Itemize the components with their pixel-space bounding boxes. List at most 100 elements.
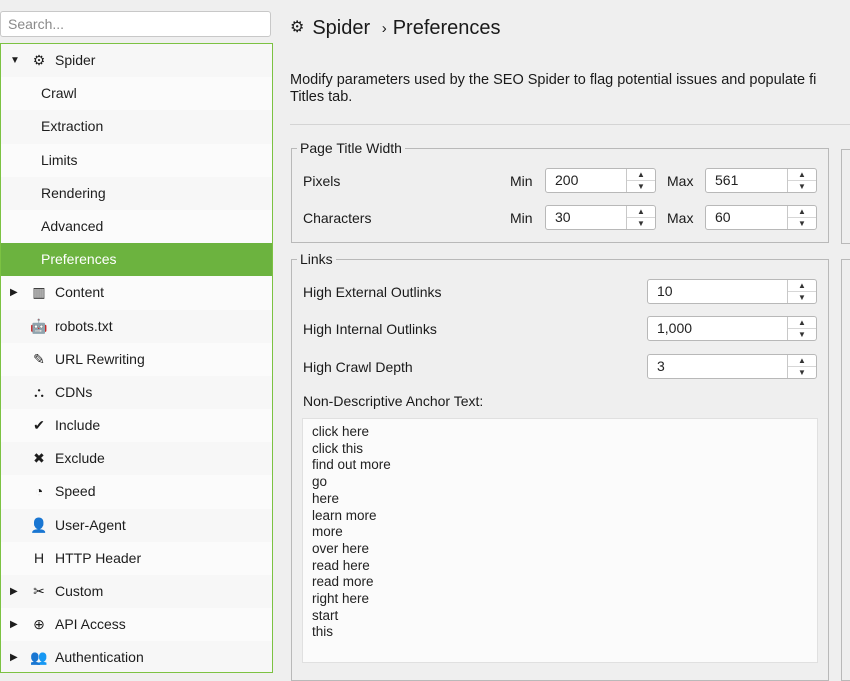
- main-panel: ⚙ Spider › Preferences Modify parameters u…: [273, 0, 850, 681]
- sidebar-item-content[interactable]: ▶ ▥ Content: [1, 276, 272, 310]
- sidebar-item-label: Custom: [55, 583, 104, 599]
- pixels-max-stepper[interactable]: 561 ▲ ▼: [705, 168, 817, 193]
- decrement-icon[interactable]: ▼: [627, 181, 655, 193]
- collapsed-arrow-icon[interactable]: ▶: [10, 276, 22, 309]
- sidebar-item-label: Authentication: [55, 649, 144, 666]
- sidebar-item-authentication[interactable]: ▶ 👥 Authentication: [1, 641, 272, 672]
- sidebar-item-label: Exclude: [55, 450, 105, 467]
- search-input[interactable]: [0, 11, 271, 37]
- high-crawl-depth-stepper[interactable]: 3 ▲ ▼: [647, 354, 817, 379]
- x-circle-icon: ✖: [33, 450, 45, 467]
- sidebar-item-limits[interactable]: Limits: [1, 143, 272, 177]
- page-description: Modify parameters used by the SEO Spider…: [290, 72, 817, 105]
- decrement-icon[interactable]: ▼: [788, 367, 816, 379]
- sidebar-item-label: URL Rewriting: [55, 350, 145, 367]
- anchor-text-line: over here: [312, 540, 370, 556]
- sidebar-item-label: Content: [55, 284, 105, 301]
- robot-icon: 🤖: [30, 317, 48, 334]
- sidebar-item-label: Extraction: [41, 118, 104, 135]
- high-internal-outlinks-stepper[interactable]: 1,000 ▲ ▼: [647, 316, 817, 341]
- anchor-text-line: start: [312, 607, 339, 623]
- collapsed-arrow-icon[interactable]: ▶: [10, 641, 22, 672]
- increment-icon[interactable]: ▲: [788, 169, 816, 181]
- sidebar-item-api-access[interactable]: ▶ ⊕ API Access: [1, 608, 272, 642]
- pixels-label: Pixels: [303, 173, 341, 189]
- sidebar-item-label: Advanced: [41, 217, 104, 234]
- sidebar-item-advanced[interactable]: Advanced: [1, 209, 272, 244]
- sidebar-item-label: API Access: [55, 616, 126, 633]
- sidebar-item-spider[interactable]: ▼ ⚙ Spider: [1, 44, 272, 77]
- anchor-text-line: click here: [312, 424, 370, 439]
- sidebar-item-crawl[interactable]: Crawl: [1, 77, 272, 111]
- page-title: ⚙ Spider › Preferences: [290, 17, 501, 40]
- increment-icon[interactable]: ▲: [788, 280, 816, 292]
- check-circle-icon: ✔: [33, 417, 45, 434]
- increment-icon[interactable]: ▲: [788, 317, 816, 329]
- pixels-min-label: Min: [510, 173, 533, 189]
- sidebar-item-custom[interactable]: ▶ ✂ Custom: [1, 575, 272, 608]
- collapsed-arrow-icon[interactable]: ▶: [10, 608, 22, 641]
- increment-icon[interactable]: ▲: [627, 169, 655, 181]
- sidebar-item-cdns[interactable]: ⛬ CDNs: [1, 376, 272, 409]
- anchor-text-label: Non-Descriptive Anchor Text:: [303, 393, 484, 409]
- anchor-text-line: more: [312, 524, 343, 540]
- right-panel-edge: [841, 259, 850, 681]
- sidebar-item-exclude[interactable]: ✖ Exclude: [1, 442, 272, 475]
- characters-label: Characters: [303, 210, 372, 226]
- sidebar-item-label: Rendering: [41, 184, 106, 201]
- edit-icon: ✎: [33, 350, 45, 367]
- anchor-text-line: here: [312, 490, 340, 506]
- increment-icon[interactable]: ▲: [627, 206, 655, 218]
- anchor-text-textarea[interactable]: click here click this find out more go here l…: [302, 418, 818, 663]
- sidebar-item-label: Include: [55, 417, 101, 434]
- decrement-icon[interactable]: ▼: [788, 292, 816, 304]
- sidebar-item-label: Preferences: [41, 251, 117, 268]
- high-external-outlinks-label: High External Outlinks: [303, 284, 442, 300]
- breadcrumb-root: Spider: [312, 17, 371, 39]
- gauge-icon: ◔: [34, 483, 44, 500]
- sidebar-item-label: HTTP Header: [55, 549, 142, 566]
- decrement-icon[interactable]: ▼: [788, 218, 816, 230]
- sidebar-item-label: Limits: [41, 151, 78, 168]
- characters-min-stepper[interactable]: 30 ▲ ▼: [545, 205, 656, 230]
- breadcrumb-separator: ›: [381, 20, 387, 37]
- breadcrumb-page: Preferences: [392, 17, 501, 39]
- tools-icon: ✂: [33, 583, 45, 599]
- high-external-outlinks-stepper[interactable]: 10 ▲ ▼: [647, 279, 817, 304]
- page-title-width-legend: Page Title Width: [300, 140, 402, 156]
- sidebar-item-preferences[interactable]: Preferences: [1, 243, 272, 277]
- anchor-text-line: click this: [312, 440, 364, 456]
- increment-icon[interactable]: ▲: [788, 355, 816, 367]
- anchor-text-line: find out more: [312, 457, 391, 473]
- increment-icon[interactable]: ▲: [788, 206, 816, 218]
- sidebar-item-url-rewriting[interactable]: ✎ URL Rewriting: [1, 342, 272, 376]
- high-crawl-depth-label: High Crawl Depth: [303, 359, 413, 375]
- sidebar-item-label: User-Agent: [55, 516, 126, 533]
- anchor-text-line: read here: [312, 557, 370, 573]
- links-legend: Links: [300, 251, 333, 267]
- pixels-max-label: Max: [667, 173, 694, 189]
- decrement-icon[interactable]: ▼: [788, 329, 816, 341]
- pixels-min-stepper[interactable]: 200 ▲ ▼: [545, 168, 656, 193]
- anchor-text-line: read more: [312, 574, 374, 590]
- heading-icon: H: [33, 549, 45, 566]
- settings-sidebar: ▼ ⚙ Spider Crawl Extraction Limits Rendering Ad…: [0, 43, 273, 673]
- sidebar-item-label: Crawl: [41, 85, 77, 102]
- decrement-icon[interactable]: ▼: [788, 181, 816, 193]
- characters-min-label: Min: [510, 210, 533, 226]
- users-lock-icon: 👥: [30, 649, 48, 666]
- decrement-icon[interactable]: ▼: [627, 218, 655, 230]
- sidebar-item-label: CDNs: [55, 383, 93, 400]
- sidebar-item-user-agent[interactable]: 👤 User-Agent: [1, 509, 272, 542]
- divider: [290, 124, 850, 125]
- sidebar-item-include[interactable]: ✔ Include: [1, 409, 272, 443]
- sidebar-item-rendering[interactable]: Rendering: [1, 177, 272, 210]
- collapsed-arrow-icon[interactable]: ▶: [10, 575, 22, 608]
- characters-max-stepper[interactable]: 60 ▲ ▼: [705, 205, 817, 230]
- sidebar-item-extraction[interactable]: Extraction: [1, 110, 272, 143]
- network-icon: ⛬: [34, 383, 44, 400]
- sidebar-item-speed[interactable]: ◔ Speed: [1, 475, 272, 509]
- sidebar-item-robots-txt[interactable]: 🤖 robots.txt: [1, 310, 272, 343]
- expanded-arrow-icon[interactable]: ▼: [10, 44, 22, 77]
- sidebar-item-http-header[interactable]: H HTTP Header: [1, 541, 272, 575]
